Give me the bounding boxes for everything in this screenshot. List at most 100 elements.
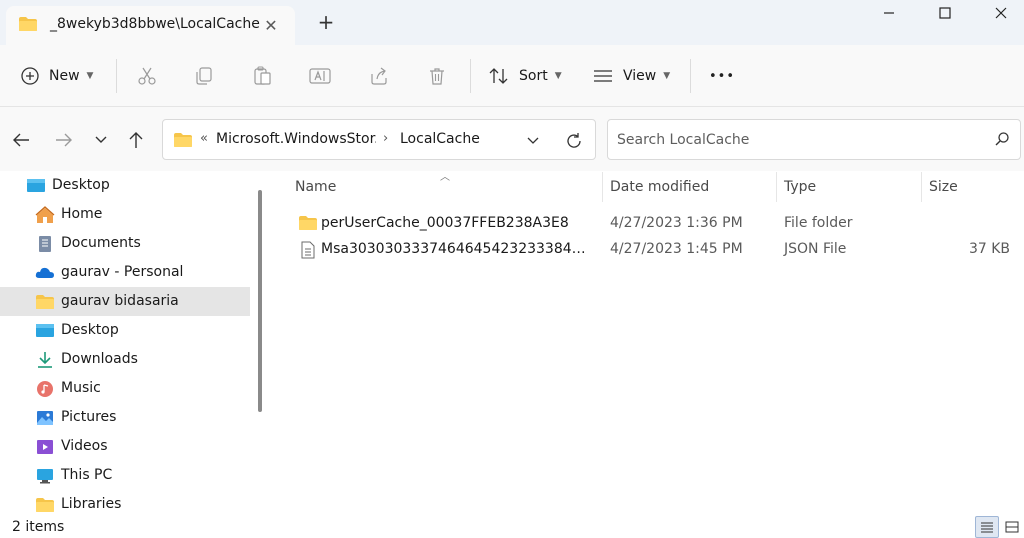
address-history-button[interactable]	[523, 131, 543, 151]
sort-label: Sort	[519, 68, 548, 84]
navigation-bar: « Microsoft.WindowsStor... › LocalCache	[0, 107, 1024, 171]
sidebar-item-music[interactable]: Music	[0, 374, 250, 403]
new-tab-button[interactable]: +	[314, 10, 338, 34]
rename-button[interactable]	[309, 65, 331, 87]
details-view-button[interactable]	[975, 516, 999, 538]
toolbar-divider	[470, 59, 471, 93]
desktop-icon	[27, 179, 45, 192]
sort-ascending-icon: ︿	[440, 172, 450, 183]
maximize-icon	[939, 7, 951, 19]
sidebar-item-label: Home	[61, 206, 103, 222]
breadcrumb-separator[interactable]: ›	[383, 131, 388, 146]
clipboard-icon	[254, 66, 271, 85]
paste-button[interactable]	[251, 65, 273, 87]
back-button[interactable]	[8, 127, 34, 153]
sort-button[interactable]: Sort ▼	[488, 59, 562, 93]
sidebar-item-label: Music	[61, 380, 101, 396]
column-header-date[interactable]: Date modified	[610, 179, 709, 209]
column-header-name[interactable]: Name	[295, 179, 336, 209]
up-button[interactable]	[123, 127, 149, 153]
arrow-left-icon	[13, 133, 29, 147]
overflow-chevron[interactable]: «	[200, 131, 208, 146]
sidebar-item-pictures[interactable]: Pictures	[0, 403, 250, 432]
column-divider[interactable]	[602, 172, 603, 202]
address-bar[interactable]: « Microsoft.WindowsStor... › LocalCache	[162, 119, 596, 160]
documents-icon	[39, 236, 51, 252]
view-button[interactable]: View ▼	[592, 59, 670, 93]
column-divider[interactable]	[921, 172, 922, 202]
libraries-icon	[36, 498, 54, 512]
chevron-down-icon	[95, 136, 107, 143]
new-button[interactable]: New ▼	[20, 59, 93, 93]
tiles-view-icon	[1005, 521, 1019, 533]
breadcrumb-segment[interactable]: LocalCache	[400, 131, 480, 147]
music-icon	[37, 381, 53, 397]
tiles-view-button[interactable]	[1000, 516, 1024, 538]
column-header-type[interactable]: Type	[784, 179, 816, 209]
cut-button[interactable]	[136, 65, 158, 87]
tab-localcache[interactable]: _8wekyb3d8bbwe\LocalCache ✕	[6, 6, 295, 45]
forward-button[interactable]	[51, 127, 77, 153]
file-row[interactable]: perUserCache_00037FFEB238A3E8 4/27/2023 …	[290, 211, 1020, 237]
sidebar-item-documents[interactable]: Documents	[0, 229, 250, 258]
item-count: 2 items	[12, 519, 65, 535]
file-date: 4/27/2023 1:45 PM	[610, 241, 743, 257]
tab-close-button[interactable]: ✕	[260, 14, 282, 36]
chevron-down-icon: ▼	[86, 71, 94, 81]
delete-button[interactable]	[426, 65, 448, 87]
sidebar-item-home[interactable]: Home	[0, 200, 250, 229]
chevron-down-icon: ▼	[663, 71, 671, 81]
trash-icon	[430, 68, 444, 85]
view-label: View	[623, 68, 657, 84]
column-divider[interactable]	[776, 172, 777, 202]
breadcrumb-segment[interactable]: Microsoft.WindowsStor...	[216, 131, 376, 147]
copy-icon	[196, 67, 212, 85]
sidebar-item-desktop[interactable]: Desktop	[0, 171, 250, 200]
sidebar-item-desktop[interactable]: Desktop	[0, 316, 250, 345]
sidebar-item-videos[interactable]: Videos	[0, 432, 250, 461]
close-icon	[995, 7, 1007, 19]
file-type: JSON File	[784, 241, 847, 257]
sidebar-item-label: Downloads	[61, 351, 138, 367]
copy-button[interactable]	[193, 65, 215, 87]
rename-icon	[309, 68, 331, 84]
refresh-button[interactable]	[563, 130, 585, 152]
maximize-button[interactable]	[922, 0, 968, 26]
column-header-size[interactable]: Size	[929, 179, 958, 209]
onedrive-icon	[35, 267, 54, 278]
share-button[interactable]	[368, 65, 390, 87]
pc-icon	[37, 469, 53, 484]
title-bar: _8wekyb3d8bbwe\LocalCache ✕ +	[0, 0, 1024, 45]
sidebar-item-label: Libraries	[61, 496, 122, 512]
file-row[interactable]: Msa30303033374646454232333841334538.json…	[290, 237, 1020, 263]
close-window-button[interactable]	[978, 0, 1024, 26]
tab-title: _8wekyb3d8bbwe\LocalCache	[50, 16, 260, 32]
sort-icon	[489, 68, 508, 84]
sidebar-item-label: This PC	[61, 467, 113, 483]
search-input[interactable]	[617, 128, 977, 152]
toolbar-divider	[116, 59, 117, 93]
file-name: Msa30303033374646454232333841334538.json	[321, 241, 591, 257]
arrow-up-icon	[129, 132, 143, 148]
chevron-down-icon	[527, 137, 539, 144]
sidebar-scrollbar-thumb[interactable]	[258, 190, 262, 412]
sidebar-item-this-pc[interactable]: This PC	[0, 461, 250, 490]
recent-locations-button[interactable]	[88, 127, 114, 153]
navigation-pane: Desktop Home Documents gaurav - Personal…	[0, 171, 268, 515]
sidebar-item-label: Videos	[61, 438, 108, 454]
sidebar-item-onedrive[interactable]: gaurav - Personal	[0, 258, 250, 287]
videos-icon	[37, 440, 53, 454]
arrow-right-icon	[56, 133, 72, 147]
sidebar-item-label: Desktop	[52, 177, 110, 193]
sidebar-item-gaurav-bidasaria[interactable]: gaurav bidasaria	[0, 287, 250, 316]
more-options-button[interactable]: •••	[709, 59, 735, 93]
sidebar-item-label: Documents	[61, 235, 141, 251]
folder-icon	[173, 132, 193, 152]
file-icon	[298, 241, 318, 263]
search-box[interactable]	[607, 119, 1021, 160]
minimize-button[interactable]	[866, 0, 912, 26]
file-type: File folder	[784, 215, 853, 231]
folder-icon	[18, 16, 38, 36]
details-view-icon	[981, 522, 993, 533]
sidebar-item-downloads[interactable]: Downloads	[0, 345, 250, 374]
